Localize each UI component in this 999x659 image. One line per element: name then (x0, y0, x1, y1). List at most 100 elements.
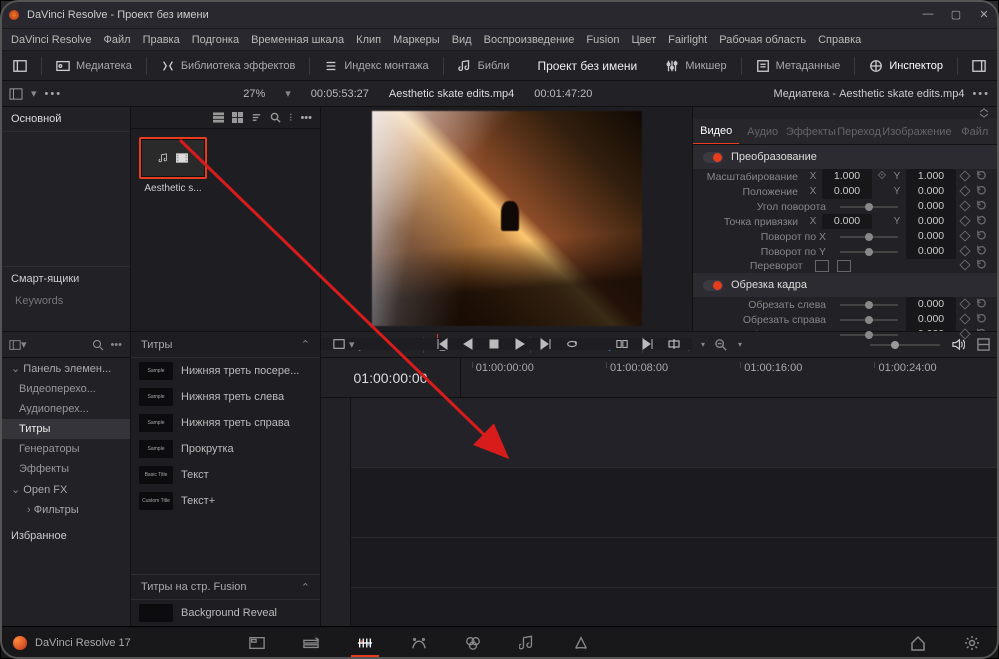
crop-left-field[interactable]: 0.000 (906, 297, 956, 312)
crop-left-slider[interactable]: .cl::after{left:0!important} (840, 304, 898, 306)
menu-item[interactable]: Воспроизведение (484, 34, 575, 46)
flip-v-button[interactable] (837, 260, 851, 272)
video-track[interactable] (351, 398, 998, 468)
keyframe-icon[interactable] (960, 246, 970, 258)
reset-button[interactable] (974, 200, 988, 214)
menu-item[interactable]: Fairlight (668, 34, 707, 46)
menu-item[interactable]: Рабочая область (719, 34, 806, 46)
keyframe-icon[interactable] (960, 216, 970, 228)
home-button[interactable] (904, 635, 932, 651)
reset-button[interactable] (974, 259, 988, 273)
audio-track[interactable] (351, 468, 998, 538)
crop-right-slider[interactable] (840, 319, 898, 321)
thumb-view-icon[interactable] (232, 112, 243, 123)
crop-top-slider[interactable] (840, 334, 898, 336)
yaw-field[interactable]: 0.000 (906, 244, 956, 259)
reset-button[interactable] (974, 170, 988, 184)
openfx-header[interactable]: ⌄ Open FX (1, 479, 130, 500)
scale-x-field[interactable]: 1.000 (822, 169, 872, 184)
reset-button[interactable] (974, 215, 988, 229)
tree-item[interactable]: › Фильтры (1, 500, 130, 520)
reset-button[interactable] (974, 230, 988, 244)
anchor-x-field[interactable]: 0.000 (822, 214, 872, 229)
effects-library-button[interactable]: Библиотека эффектов (155, 55, 302, 77)
metadata-button[interactable]: Метаданные (750, 55, 847, 77)
panel-layout-icon[interactable] (9, 88, 23, 100)
menu-item[interactable]: Маркеры (393, 34, 440, 46)
fusion-page-button[interactable] (405, 635, 433, 651)
collapse-icon[interactable]: ⌃ (301, 338, 310, 351)
minimize-button[interactable]: ― (922, 8, 934, 21)
title-preset[interactable]: SampleПрокрутка (131, 436, 320, 462)
keyframe-icon[interactable] (960, 299, 970, 311)
first-frame-button[interactable] (436, 338, 448, 350)
title-preset[interactable]: SampleНижняя треть справа (131, 410, 320, 436)
keyframe-icon[interactable] (960, 201, 970, 213)
yaw-slider[interactable] (840, 251, 898, 253)
tree-item[interactable]: Эффекты (1, 459, 130, 479)
loop-button[interactable] (566, 338, 578, 350)
keyframe-icon[interactable] (960, 260, 970, 272)
title-preset[interactable]: Background Reveal (131, 600, 320, 626)
search-icon[interactable] (92, 339, 104, 351)
match-frame-button[interactable] (616, 338, 628, 350)
menu-item[interactable]: Подгонка (192, 34, 239, 46)
menu-item[interactable]: Fusion (586, 34, 619, 46)
menu-item[interactable]: DaVinci Resolve (11, 34, 92, 46)
maximize-button[interactable]: ▢ (950, 8, 962, 21)
panel-icon[interactable] (9, 339, 21, 351)
title-preset[interactable]: Basic TitleТекст (131, 462, 320, 488)
options-icon[interactable]: ••• (45, 88, 63, 100)
mixer-button[interactable]: Микшер (659, 55, 732, 77)
timeline-tracks[interactable] (351, 398, 998, 626)
crop-section-header[interactable]: Обрезка кадра (693, 273, 998, 297)
play-reverse-button[interactable] (462, 338, 474, 350)
menu-item[interactable]: Вид (452, 34, 472, 46)
volume-icon[interactable] (952, 338, 965, 351)
toggle-switch[interactable] (703, 280, 723, 291)
insert-button[interactable] (668, 338, 680, 350)
media-pool-button[interactable]: Медиатека (50, 55, 138, 77)
deliver-page-button[interactable] (567, 635, 595, 651)
sound-library-button[interactable]: Библи (452, 55, 516, 77)
menu-item[interactable]: Цвет (631, 34, 656, 46)
anchor-y-field[interactable]: 0.000 (906, 214, 956, 229)
transform-section-header[interactable]: Преобразование (693, 145, 998, 169)
inspector-tab-file[interactable]: Файл (952, 120, 998, 144)
inspector-tab-video[interactable]: Видео (693, 119, 739, 144)
smart-bins-label[interactable]: Смарт-ящики (1, 266, 130, 291)
fairlight-page-button[interactable] (513, 635, 541, 651)
last-frame-button[interactable] (540, 338, 552, 350)
title-preset[interactable]: Custom TitleТекст+ (131, 488, 320, 514)
pitch-field[interactable]: 0.000 (906, 229, 956, 244)
keywords-item[interactable]: Keywords (1, 291, 130, 311)
crop-right-field[interactable]: 0.000 (906, 312, 956, 327)
timeline-timecode[interactable]: 01:00:00:00 (321, 358, 461, 397)
viewer-mode-icon[interactable] (333, 338, 345, 350)
tree-item-titles[interactable]: Титры (1, 419, 130, 439)
sidebar-toggle-right[interactable] (966, 55, 992, 77)
pitch-slider[interactable] (840, 236, 898, 238)
settings-button[interactable] (958, 635, 986, 651)
timeline-ruler[interactable]: 01:00:00:00 01:00:08:00 01:00:16:00 01:0… (461, 358, 998, 397)
title-preset[interactable]: SampleНижняя треть слева (131, 384, 320, 410)
inspector-tab-image[interactable]: Изображение (882, 120, 951, 144)
sidebar-toggle[interactable] (7, 55, 33, 77)
next-edit-button[interactable] (642, 338, 654, 350)
zoom-slider[interactable] (870, 344, 940, 346)
tree-item[interactable]: Генераторы (1, 439, 130, 459)
pos-x-field[interactable]: 0.000 (822, 184, 872, 199)
search-icon[interactable] (270, 112, 281, 123)
reset-button[interactable] (974, 185, 988, 199)
keyframe-icon[interactable] (960, 314, 970, 326)
play-button[interactable] (514, 338, 526, 350)
edit-page-button[interactable] (351, 635, 379, 657)
favorites-header[interactable]: Избранное (1, 526, 130, 546)
close-button[interactable]: ✕ (978, 8, 990, 21)
link-icon[interactable]: ⟐ (876, 170, 888, 183)
media-page-button[interactable] (243, 635, 271, 651)
stop-button[interactable] (488, 338, 500, 350)
menu-item[interactable]: Файл (104, 34, 131, 46)
bin-main[interactable]: Основной (1, 107, 130, 132)
rotation-slider[interactable] (840, 206, 898, 208)
